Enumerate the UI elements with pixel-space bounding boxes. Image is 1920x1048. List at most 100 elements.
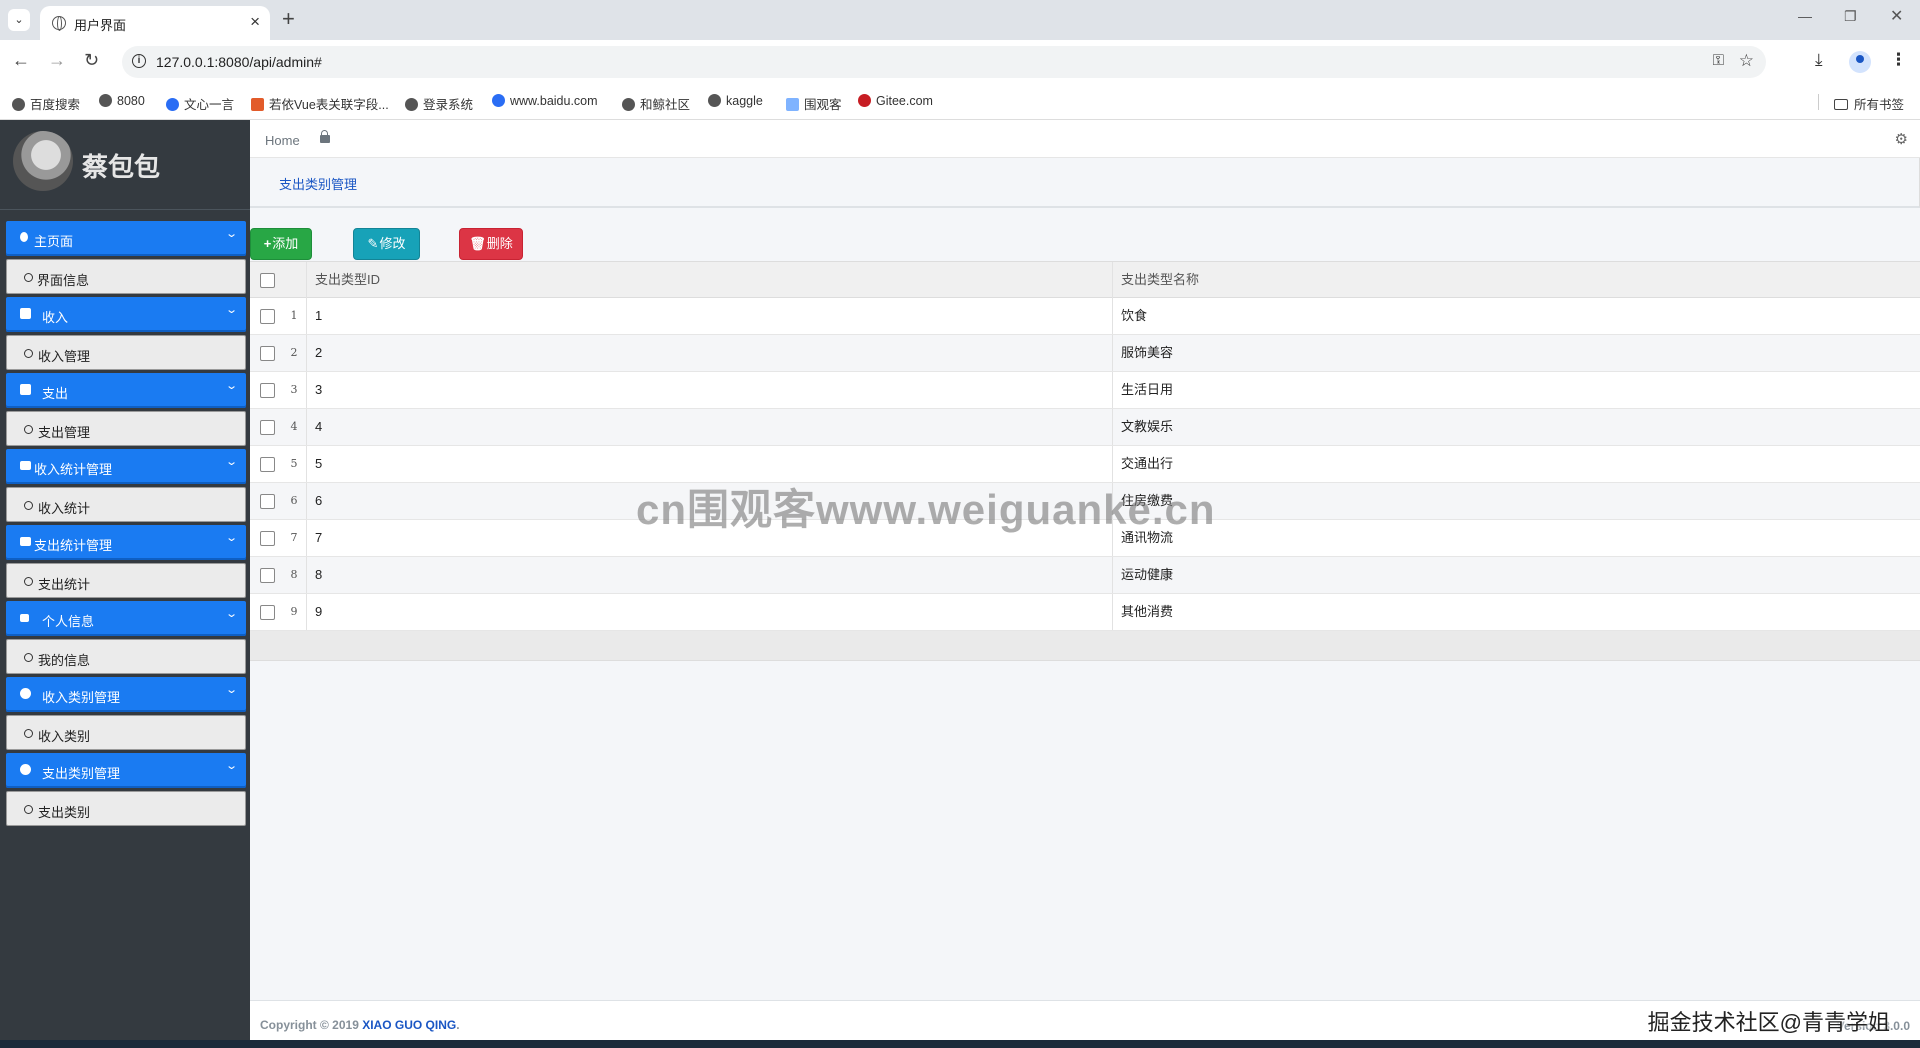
tab-close-icon[interactable]: × bbox=[250, 12, 260, 32]
row-checkbox[interactable] bbox=[260, 568, 275, 583]
row-checkbox[interactable] bbox=[260, 605, 275, 620]
reload-icon[interactable]: ↻ bbox=[84, 50, 99, 71]
bookmark-item[interactable]: 若依Vue表关联字段... bbox=[251, 94, 389, 113]
minimize-icon[interactable]: — bbox=[1798, 8, 1812, 24]
edit-button[interactable]: ✎修改 bbox=[353, 228, 420, 260]
site-icon bbox=[166, 98, 179, 111]
lock-icon[interactable] bbox=[320, 130, 330, 143]
all-bookmarks-folder[interactable]: 所有书签 bbox=[1833, 94, 1904, 113]
restore-icon[interactable]: ❐ bbox=[1844, 8, 1857, 25]
table-row[interactable]: 9 9 其他消费 bbox=[250, 594, 1920, 631]
site-icon bbox=[99, 94, 112, 107]
forward-icon[interactable]: → bbox=[48, 50, 66, 71]
browser-tab[interactable]: 用户界面 × bbox=[40, 6, 270, 40]
password-key-icon[interactable]: ⚿ bbox=[1713, 52, 1724, 69]
row-checkbox[interactable] bbox=[260, 457, 275, 472]
bookmark-item[interactable]: kaggle bbox=[708, 94, 763, 108]
url-text[interactable]: 127.0.0.1:8080/api/admin# bbox=[156, 54, 322, 70]
circle-icon bbox=[20, 764, 31, 775]
plus-icon: + bbox=[263, 236, 272, 251]
cell-id: 4 bbox=[306, 409, 1111, 445]
row-number: 2 bbox=[290, 346, 298, 359]
menu-item-income-management[interactable]: 收入管理 bbox=[6, 335, 246, 370]
menu-header-income-stats[interactable]: 收入统计管理 ⌄ bbox=[6, 449, 246, 484]
profile-icon[interactable] bbox=[1849, 51, 1871, 73]
row-checkbox[interactable] bbox=[260, 383, 275, 398]
chevron-down-icon: ⌄ bbox=[224, 304, 238, 316]
menu-header-expense[interactable]: 支出 ⌄ bbox=[6, 373, 246, 408]
home-link[interactable]: Home bbox=[265, 133, 300, 148]
back-icon[interactable]: ← bbox=[12, 50, 30, 71]
overlay-watermark: 掘金技术社区@青青学姐 bbox=[1647, 1010, 1890, 1035]
cell-id: 1 bbox=[306, 298, 1111, 334]
column-header-name[interactable]: 支出类型名称 bbox=[1112, 262, 1920, 298]
bookmark-item[interactable]: 文心一言 bbox=[166, 94, 234, 113]
menu-header-expense-stats[interactable]: 支出统计管理 ⌄ bbox=[6, 525, 246, 560]
breadcrumb-current[interactable]: 支出类别管理 bbox=[279, 174, 357, 193]
bookmark-item[interactable]: 围观客 bbox=[786, 94, 842, 113]
row-checkbox[interactable] bbox=[260, 309, 275, 324]
menu-header-income[interactable]: 收入 ⌄ bbox=[6, 297, 246, 332]
menu-item-interface-info[interactable]: 界面信息 bbox=[6, 259, 246, 294]
chevron-down-icon: ⌄ bbox=[224, 228, 238, 240]
delete-button[interactable]: 🗑删除 bbox=[459, 228, 523, 260]
menu-item-my-info[interactable]: 我的信息 bbox=[6, 639, 246, 674]
tab-search-chevron-icon[interactable]: ⌄ bbox=[8, 9, 30, 31]
row-checkbox[interactable] bbox=[260, 494, 275, 509]
row-checkbox[interactable] bbox=[260, 531, 275, 546]
select-all-checkbox[interactable] bbox=[260, 273, 275, 288]
download-icon[interactable]: ⤓ bbox=[1815, 50, 1823, 70]
row-checkbox[interactable] bbox=[260, 346, 275, 361]
gear-icon[interactable]: ⚙ bbox=[1895, 130, 1908, 148]
cell-id: 2 bbox=[306, 335, 1111, 371]
column-header-id[interactable]: 支出类型ID bbox=[306, 262, 1111, 298]
menu-item-expense-management[interactable]: 支出管理 bbox=[6, 411, 246, 446]
row-checkbox[interactable] bbox=[260, 420, 275, 435]
copyright-link[interactable]: XIAO GUO QING bbox=[362, 1018, 456, 1032]
circle-icon bbox=[24, 501, 33, 510]
site-icon bbox=[708, 94, 721, 107]
add-button[interactable]: +添加 bbox=[250, 228, 312, 260]
bookmarks-bar: 百度搜索 8080 文心一言 若依Vue表关联字段... 登录系统 www.ba… bbox=[0, 84, 1920, 120]
site-icon bbox=[405, 98, 418, 111]
more-menu-icon[interactable]: ⋮ bbox=[1890, 50, 1907, 70]
url-field[interactable]: i 127.0.0.1:8080/api/admin# ⚿ ☆ bbox=[122, 46, 1766, 78]
site-icon bbox=[12, 98, 25, 111]
bookmark-star-icon[interactable]: ☆ bbox=[1739, 51, 1754, 71]
menu-header-label: 主页面 bbox=[34, 234, 74, 249]
menu-item-income-category[interactable]: 收入类别 bbox=[6, 715, 246, 750]
bookmark-separator bbox=[1818, 94, 1819, 110]
minus-square-icon bbox=[20, 384, 31, 395]
table-row[interactable]: 8 8 运动健康 bbox=[250, 557, 1920, 594]
menu-header-expense-category[interactable]: 支出类别管理 ⌄ bbox=[6, 753, 246, 788]
table-row[interactable]: 2 2 服饰美容 bbox=[250, 335, 1920, 372]
site-info-icon[interactable]: i bbox=[132, 54, 146, 68]
cell-id: 8 bbox=[306, 557, 1111, 593]
app-page: 蔡包包 主页面 ⌄ 界面信息 收入 ⌄ 收入管理 支出 ⌄ 支出管理 收入统计管理 ⌄ … bbox=[0, 120, 1920, 1048]
window-close-icon[interactable]: ✕ bbox=[1890, 6, 1903, 26]
bookmark-item[interactable]: 和鲸社区 bbox=[622, 94, 690, 113]
new-tab-icon[interactable]: + bbox=[282, 6, 295, 32]
menu-item-expense-category[interactable]: 支出类别 bbox=[6, 791, 246, 826]
bookmark-item[interactable]: 百度搜索 bbox=[12, 94, 80, 113]
menu-header-personal-info[interactable]: 个人信息 ⌄ bbox=[6, 601, 246, 636]
table-row[interactable]: 4 4 文教娱乐 bbox=[250, 409, 1920, 446]
menu-item-label: 收入管理 bbox=[38, 349, 91, 364]
cell-name: 运动健康 bbox=[1112, 557, 1920, 593]
bookmark-item[interactable]: www.baidu.com bbox=[492, 94, 598, 108]
browser-tab-bar: ⌄ 用户界面 × + — ❐ ✕ bbox=[0, 0, 1920, 40]
table-row[interactable]: 1 1 饮食 bbox=[250, 298, 1920, 335]
table-row[interactable]: 3 3 生活日用 bbox=[250, 372, 1920, 409]
bookmark-item[interactable]: 8080 bbox=[99, 94, 145, 108]
bookmark-item[interactable]: Gitee.com bbox=[858, 94, 933, 108]
menu-header-home[interactable]: 主页面 ⌄ bbox=[6, 221, 246, 256]
circle-icon bbox=[24, 729, 33, 738]
menu-header-income-category[interactable]: 收入类别管理 ⌄ bbox=[6, 677, 246, 712]
cell-name: 交通出行 bbox=[1112, 446, 1920, 482]
menu-item-income-stats[interactable]: 收入统计 bbox=[6, 487, 246, 522]
cell-name: 通讯物流 bbox=[1112, 520, 1920, 556]
row-number: 3 bbox=[290, 383, 298, 396]
bookmark-item[interactable]: 登录系统 bbox=[405, 94, 473, 113]
cell-id: 9 bbox=[306, 594, 1111, 630]
menu-item-expense-stats[interactable]: 支出统计 bbox=[6, 563, 246, 598]
